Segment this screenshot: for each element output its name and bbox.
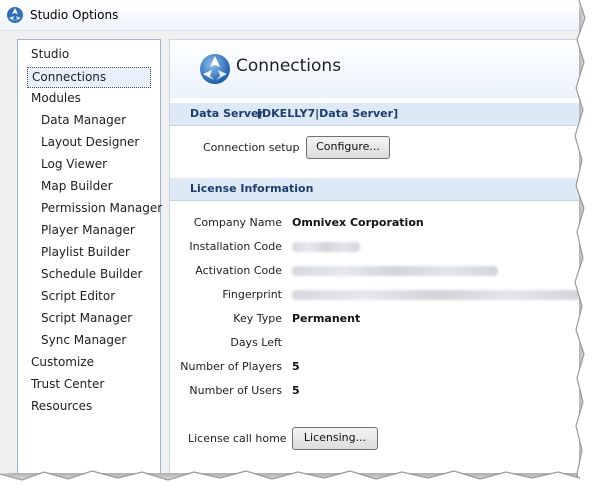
client-area: Studio Connections Modules Data Manager … bbox=[0, 31, 579, 473]
nav-item-map-builder[interactable]: Map Builder bbox=[41, 177, 113, 196]
key-type-label: Key Type bbox=[233, 312, 282, 325]
fingerprint-redacted bbox=[292, 290, 579, 300]
nav-item-modules[interactable]: Modules bbox=[31, 89, 81, 108]
data-server-value: [DKELLY7|Data Server] bbox=[257, 107, 399, 120]
window-title: Studio Options bbox=[30, 8, 119, 22]
app-logo-icon bbox=[7, 7, 23, 23]
nav-item-log-viewer[interactable]: Log Viewer bbox=[41, 155, 107, 174]
number-of-players-value: 5 bbox=[292, 360, 300, 373]
title-bar[interactable]: Studio Options bbox=[0, 0, 579, 31]
page-title: Connections bbox=[236, 56, 342, 76]
configure-button[interactable]: Configure... bbox=[306, 136, 390, 159]
company-name-label: Company Name bbox=[193, 216, 282, 229]
data-server-section-header: Data Server [DKELLY7|Data Server] bbox=[170, 103, 579, 126]
studio-options-window: Studio Options Studio Connections Module… bbox=[0, 0, 579, 473]
installation-code-redacted bbox=[292, 242, 360, 252]
number-of-users-label: Number of Users bbox=[189, 384, 282, 397]
activation-code-label: Activation Code bbox=[195, 264, 282, 277]
nav-item-schedule-builder[interactable]: Schedule Builder bbox=[41, 265, 142, 284]
nav-item-script-editor[interactable]: Script Editor bbox=[41, 287, 115, 306]
nav-item-permission-manager[interactable]: Permission Manager bbox=[41, 199, 162, 218]
options-nav-list[interactable]: Studio Connections Modules Data Manager … bbox=[17, 39, 162, 473]
torn-bottom-edge-decoration bbox=[0, 470, 599, 492]
nav-item-script-manager[interactable]: Script Manager bbox=[41, 309, 132, 328]
data-server-label: Data Server bbox=[190, 107, 264, 120]
nav-item-sync-manager[interactable]: Sync Manager bbox=[41, 331, 126, 350]
number-of-users-value: 5 bbox=[292, 384, 300, 397]
torn-edge-decoration bbox=[574, 0, 599, 492]
connections-panel: Connections Data Server [DKELLY7|Data Se… bbox=[169, 39, 579, 473]
connection-setup-label: Connection setup bbox=[203, 141, 300, 154]
number-of-players-label: Number of Players bbox=[180, 360, 282, 373]
nav-item-playlist-builder[interactable]: Playlist Builder bbox=[41, 243, 130, 262]
nav-item-player-manager[interactable]: Player Manager bbox=[41, 221, 135, 240]
licensing-button[interactable]: Licensing... bbox=[292, 427, 378, 450]
license-section-header: License Information bbox=[170, 178, 579, 201]
license-call-home-label: License call home bbox=[188, 432, 287, 445]
nav-item-layout-designer[interactable]: Layout Designer bbox=[41, 133, 139, 152]
key-type-value: Permanent bbox=[292, 312, 361, 325]
nav-item-studio[interactable]: Studio bbox=[31, 45, 69, 64]
nav-item-trust-center[interactable]: Trust Center bbox=[31, 375, 104, 394]
nav-item-connections[interactable]: Connections bbox=[27, 67, 151, 88]
page-header: Connections bbox=[170, 40, 579, 98]
license-section-label: License Information bbox=[190, 182, 314, 195]
fingerprint-label: Fingerprint bbox=[222, 288, 282, 301]
installation-code-label: Installation Code bbox=[189, 240, 282, 253]
connections-globe-icon bbox=[200, 54, 230, 84]
days-left-label: Days Left bbox=[230, 336, 282, 349]
nav-item-data-manager[interactable]: Data Manager bbox=[41, 111, 126, 130]
company-name-value: Omnivex Corporation bbox=[292, 216, 424, 229]
nav-item-resources[interactable]: Resources bbox=[31, 397, 92, 416]
nav-item-customize[interactable]: Customize bbox=[31, 353, 94, 372]
activation-code-redacted bbox=[292, 266, 498, 276]
